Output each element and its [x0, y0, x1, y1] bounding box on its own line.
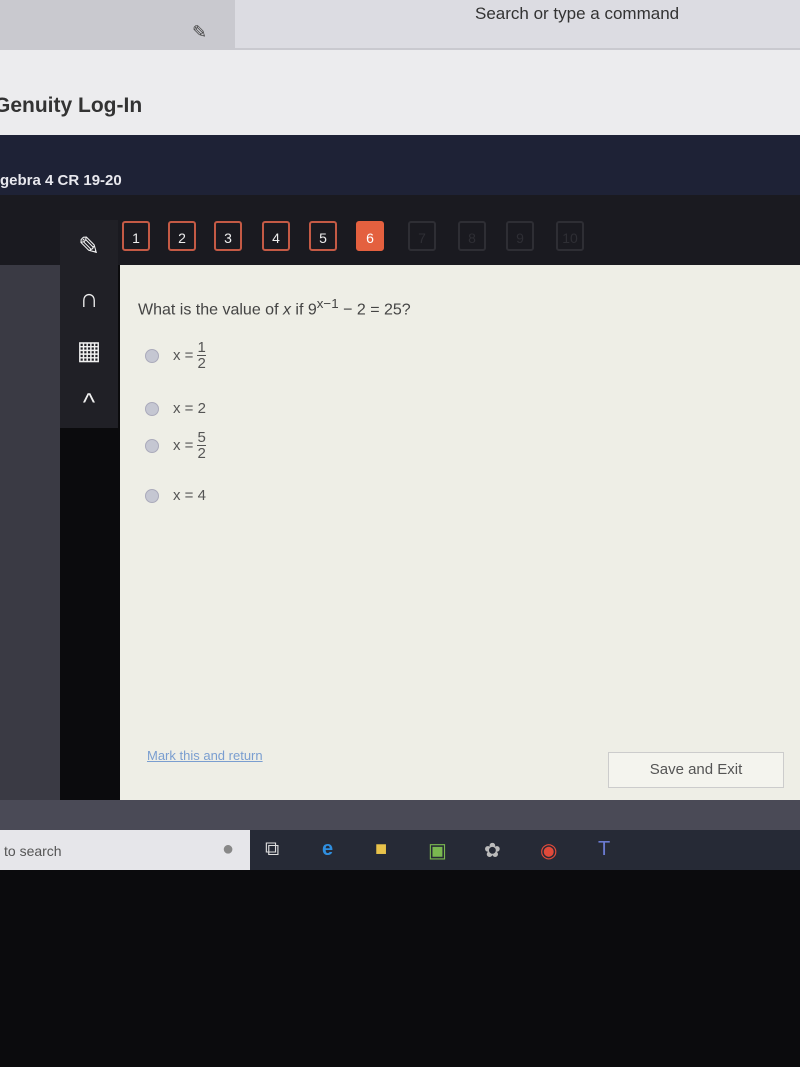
mark-and-return-link[interactable]: Mark this and return	[147, 748, 263, 763]
question-3-button[interactable]: 3	[214, 221, 242, 251]
task-view-icon[interactable]: ⧉	[265, 838, 279, 861]
fraction: 12	[197, 339, 206, 372]
question-6-button[interactable]: 6	[356, 221, 384, 251]
option-label: x =	[173, 347, 194, 364]
option-2[interactable]: x = 2	[145, 400, 206, 417]
option-label: x = 4	[173, 487, 206, 504]
question-7-button[interactable]: 7	[408, 221, 436, 251]
tab-bar	[0, 50, 800, 135]
command-bar[interactable]: Search or type a command	[235, 0, 800, 48]
option-label: x = 2	[173, 400, 206, 417]
question-2-button[interactable]: 2	[168, 221, 196, 251]
file-explorer-icon[interactable]: ■	[375, 838, 387, 861]
taskbar-search[interactable]: to search	[0, 830, 250, 870]
app-icon[interactable]: ✿	[484, 838, 501, 863]
microphone-icon[interactable]: ●	[222, 838, 234, 861]
fraction: 52	[197, 429, 206, 462]
question-4-button[interactable]: 4	[262, 221, 290, 251]
option-4[interactable]: x = 4	[145, 487, 206, 504]
teams-icon[interactable]: T	[598, 838, 610, 861]
headphones-icon[interactable]: ∩	[60, 272, 118, 324]
save-and-exit-button[interactable]: Save and Exit	[608, 752, 784, 788]
option-label: x =	[173, 437, 194, 454]
question-5-button[interactable]: 5	[309, 221, 337, 251]
course-title: gebra 4 CR 19-20	[0, 172, 122, 189]
pencil-icon[interactable]: ✎	[60, 220, 118, 272]
question-10-button[interactable]: 10	[556, 221, 584, 251]
option-3[interactable]: x = 5 2	[145, 430, 206, 461]
option-1[interactable]: x = 1 2	[145, 340, 206, 371]
page-footer	[0, 800, 800, 830]
question-9-button[interactable]: 9	[506, 221, 534, 251]
radio-button[interactable]	[145, 348, 159, 363]
edit-icon[interactable]: ✎	[192, 22, 207, 43]
radio-button[interactable]	[145, 401, 159, 416]
question-text: What is the value of x if 9x−1 − 2 = 25?	[138, 296, 411, 319]
tool-panel: ✎ ∩ ▦ ^	[60, 220, 118, 428]
tab-title[interactable]: Genuity Log-In	[0, 94, 142, 118]
store-icon[interactable]: ▣	[428, 838, 447, 863]
edge-icon[interactable]: e	[322, 838, 333, 861]
collapse-up-icon[interactable]: ^	[60, 376, 118, 428]
question-8-button[interactable]: 8	[458, 221, 486, 251]
radio-button[interactable]	[145, 488, 159, 503]
calculator-icon[interactable]: ▦	[60, 324, 118, 376]
radio-button[interactable]	[145, 438, 159, 453]
question-panel	[120, 265, 800, 800]
chrome-icon[interactable]: ◉	[540, 838, 557, 863]
side-background	[0, 265, 60, 800]
question-1-button[interactable]: 1	[122, 221, 150, 251]
question-nav	[0, 195, 800, 265]
